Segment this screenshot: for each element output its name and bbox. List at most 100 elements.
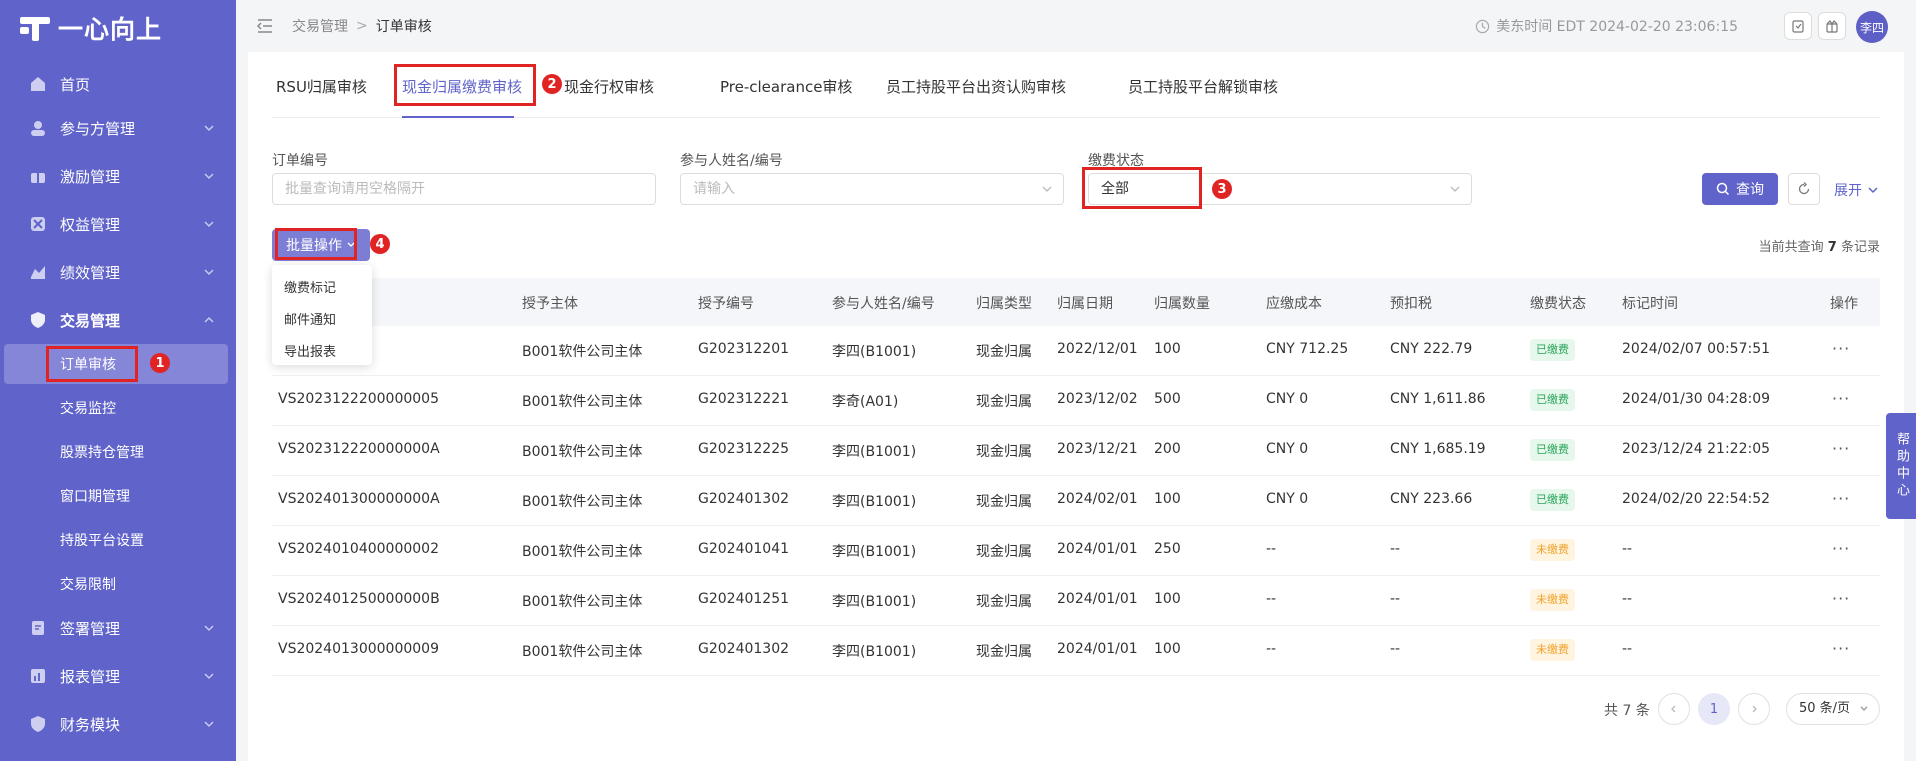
tab-platform-subscription[interactable]: 员工持股平台出资认购审核 xyxy=(886,76,1066,97)
tab-pre-clearance[interactable]: Pre-clearance审核 xyxy=(720,76,852,97)
highlight-box-pay-status xyxy=(1082,167,1202,209)
table-cell-tax: CNY 223.66 xyxy=(1390,491,1473,507)
more-actions-icon[interactable]: ··· xyxy=(1832,339,1850,358)
sidebar-item-finance[interactable]: 财务模块 xyxy=(0,704,236,744)
table-cell-date: 2023/12/02 xyxy=(1057,391,1138,407)
tab-platform-unlock[interactable]: 员工持股平台解锁审核 xyxy=(1128,76,1278,97)
table-row[interactable]: VS2024013000000009 B001软件公司主体 G202401302 李四… xyxy=(272,626,1880,676)
query-button[interactable]: 查询 xyxy=(1702,173,1778,205)
breadcrumb-current: 订单审核 xyxy=(375,19,432,35)
help-center-tab[interactable]: 帮助中心 xyxy=(1886,413,1916,519)
sidebar-item-incentive[interactable]: 激励管理 xyxy=(0,156,236,196)
tab-cash-exercise[interactable]: 现金行权审核 xyxy=(564,76,654,97)
menu-item-export-report[interactable]: 导出报表 xyxy=(284,341,336,360)
total-suffix: 条记录 xyxy=(1840,240,1880,255)
sidebar-item-reports[interactable]: 报表管理 xyxy=(0,656,236,696)
home-icon xyxy=(28,74,48,94)
sidebar-item-trading[interactable]: 交易管理 xyxy=(0,300,236,340)
sidebar-subitem-label: 持股平台设置 xyxy=(60,533,144,549)
sidebar-subitem-trade-limits[interactable]: 交易限制 xyxy=(4,564,228,604)
table-cell-entity: B001软件公司主体 xyxy=(522,494,643,510)
reset-button[interactable] xyxy=(1788,173,1820,205)
sidebar-item-participants[interactable]: 参与方管理 xyxy=(0,108,236,148)
table-cell-tax: CNY 222.79 xyxy=(1390,341,1473,357)
table-cell-person: 李奇(A01) xyxy=(832,394,899,410)
menu-fold-icon[interactable] xyxy=(256,17,274,35)
more-actions-icon[interactable]: ··· xyxy=(1832,589,1850,608)
table-cell-person: 李四(B1001) xyxy=(832,644,917,660)
participant-label: 参与人姓名/编号 xyxy=(680,153,783,169)
status-badge: 已缴费 xyxy=(1530,339,1575,361)
status-badge: 已缴费 xyxy=(1530,489,1575,511)
sidebar-subitem-window-period[interactable]: 窗口期管理 xyxy=(4,476,228,516)
table-row[interactable]: 00000001B001软件公司主体G202312201李四(B1001)现金归… xyxy=(272,326,1880,376)
chevron-down-icon xyxy=(1868,187,1878,194)
table-row[interactable]: VS202401250000000B B001软件公司主体 G202401251 李四… xyxy=(272,576,1880,626)
tab-rsu-review[interactable]: RSU归属审核 xyxy=(276,76,367,97)
more-actions-icon[interactable]: ··· xyxy=(1832,489,1850,508)
prev-page-button[interactable] xyxy=(1658,693,1690,725)
sidebar-subitem-holdings[interactable]: 股票持仓管理 xyxy=(4,432,228,472)
table-cell-cost: CNY 712.25 xyxy=(1266,341,1349,357)
sidebar-item-home[interactable]: 首页 xyxy=(0,64,236,104)
sidebar-item-label: 签署管理 xyxy=(60,619,121,638)
avatar[interactable]: 李四 xyxy=(1856,11,1888,43)
sidebar-item-signing[interactable]: 签署管理 xyxy=(0,608,236,648)
table-cell-order: VS2023122200000005 xyxy=(278,391,439,407)
page-size-select[interactable]: 50 条/页 xyxy=(1786,693,1880,725)
table-cell-person: 李四(B1001) xyxy=(832,594,917,610)
gift-button[interactable] xyxy=(1818,12,1846,40)
chevron-down-icon xyxy=(1042,186,1052,192)
more-actions-icon[interactable]: ··· xyxy=(1832,439,1850,458)
task-button[interactable] xyxy=(1784,12,1812,40)
sidebar-item-label: 财务模块 xyxy=(60,715,121,734)
logo[interactable]: 一心向上 xyxy=(20,10,162,46)
topbar: 交易管理 > 订单审核 美东时间 EDT 2024-02-20 23:06:15… xyxy=(236,0,1916,52)
sidebar-subitem-trade-monitor[interactable]: 交易监控 xyxy=(4,388,228,428)
table-cell-tax: CNY 1,685.19 xyxy=(1390,441,1486,457)
annotation-marker-3: 3 xyxy=(1212,179,1232,199)
page-number-current[interactable]: 1 xyxy=(1698,693,1730,725)
table-row[interactable]: VS202401300000000A B001软件公司主体 G202401302 李四… xyxy=(272,476,1880,526)
table-cell-entity: B001软件公司主体 xyxy=(522,644,643,660)
more-actions-icon[interactable]: ··· xyxy=(1832,639,1850,658)
more-actions-icon[interactable]: ··· xyxy=(1832,389,1850,408)
finance-icon xyxy=(28,714,48,734)
sidebar-item-equity[interactable]: 权益管理 xyxy=(0,204,236,244)
table-row[interactable]: VS202312220000000A B001软件公司主体 G202312225 李四… xyxy=(272,426,1880,476)
sidebar-item-performance[interactable]: 绩效管理 xyxy=(0,252,236,292)
gift-icon xyxy=(28,166,48,186)
table-cell-grant: G202401041 xyxy=(698,541,790,557)
column-header: 授予主体 xyxy=(522,296,578,312)
table-row[interactable]: VS2023122200000005 B001软件公司主体 G202312221 李奇… xyxy=(272,376,1880,426)
menu-item-payment-mark[interactable]: 缴费标记 xyxy=(284,277,336,296)
expand-button[interactable]: 展开 xyxy=(1834,180,1880,200)
table-row[interactable]: VS2024010400000002 B001软件公司主体 G202401041 李四… xyxy=(272,526,1880,576)
order-no-input[interactable]: 批量查询请用空格隔开 xyxy=(272,173,656,205)
more-actions-icon[interactable]: ··· xyxy=(1832,539,1850,558)
table-cell-date: 2024/01/01 xyxy=(1057,541,1138,557)
sidebar-subitem-platform-settings[interactable]: 持股平台设置 xyxy=(4,520,228,560)
table-cell-cost: -- xyxy=(1266,641,1277,657)
table-cell-tax: -- xyxy=(1390,541,1401,557)
chevron-left-icon xyxy=(1671,705,1676,713)
logo-text: 一心向上 xyxy=(58,15,163,44)
table-cell-tax: -- xyxy=(1390,591,1401,607)
table-header: 授予主体 授予编号 参与人姓名/编号 归属类型 归属日期 归属数量 应缴成本 预… xyxy=(272,278,1880,326)
table-cell-entity: B001软件公司主体 xyxy=(522,544,643,560)
table-cell-time: 2024/02/07 00:57:51 xyxy=(1622,341,1771,357)
column-header: 预扣税 xyxy=(1390,296,1432,312)
table-cell-time: -- xyxy=(1622,541,1633,557)
menu-item-email-notify[interactable]: 邮件通知 xyxy=(284,309,336,328)
breadcrumb-item[interactable]: 交易管理 xyxy=(292,16,348,36)
table-cell-time: -- xyxy=(1622,591,1633,607)
participant-select[interactable]: 请输入 xyxy=(680,173,1064,205)
highlight-box-tab xyxy=(394,64,536,106)
content-card: RSU归属审核 现金归属缴费审核 现金行权审核 Pre-clearance审核 … xyxy=(248,52,1904,761)
chevron-down-icon xyxy=(1450,186,1460,192)
table-cell-type: 现金归属 xyxy=(976,344,1032,360)
table-cell-order: VS2024010400000002 xyxy=(278,541,439,557)
report-icon xyxy=(28,666,48,686)
chevron-down-icon xyxy=(204,221,214,228)
next-page-button[interactable] xyxy=(1738,693,1770,725)
